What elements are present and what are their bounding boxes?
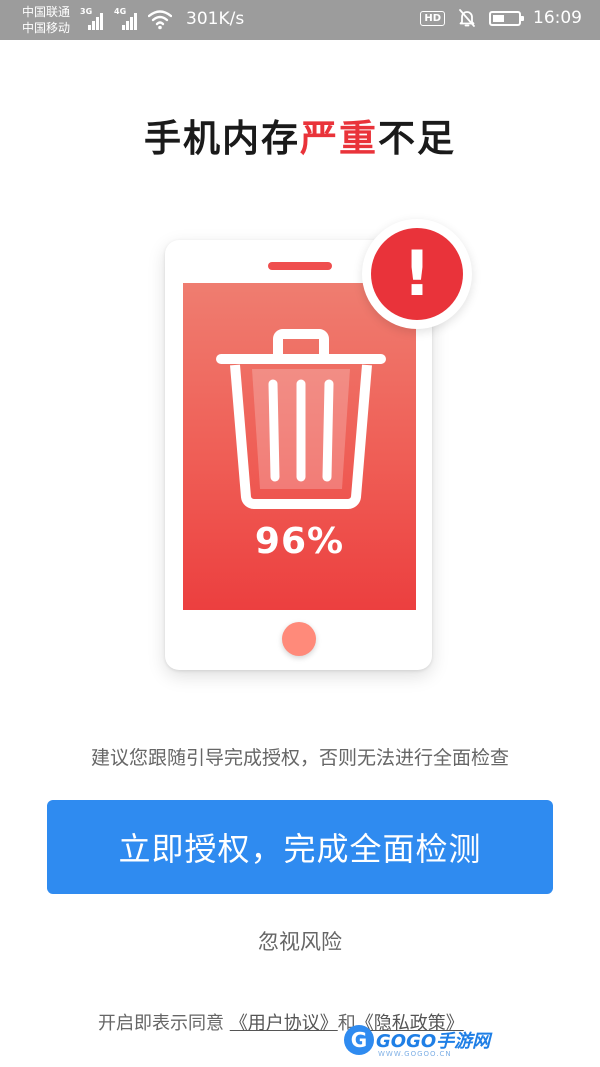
alert-icon: !: [362, 219, 472, 329]
memory-percent: 96%: [254, 521, 345, 562]
title-part-2: 不足: [378, 117, 456, 160]
net-speed: 301K/s: [186, 9, 245, 29]
wifi-icon: [148, 10, 172, 30]
alert-symbol: !: [371, 228, 463, 320]
battery-icon: [489, 10, 524, 26]
bell-off-icon: [459, 9, 475, 27]
signal-icon: 4G: [114, 8, 140, 30]
watermark-logo-icon: G: [344, 1025, 374, 1055]
ignore-risk-link[interactable]: 忽视风险: [0, 926, 600, 956]
signal-group: 3G 4G: [80, 8, 172, 30]
watermark-sub: WWW.GOGOO.CN: [378, 1050, 452, 1058]
carrier-2: 中国移动: [22, 21, 71, 35]
hint-text: 建议您跟随引导完成授权，否则无法进行全面检查: [90, 747, 509, 769]
agreement-prefix: 开启即表示同意: [98, 1013, 224, 1034]
status-icons: HD 16:09: [420, 8, 582, 28]
watermark: G GOGO手游网 WWW.GOGOO.CN: [344, 1023, 494, 1063]
home-button-icon: [282, 622, 316, 656]
authorize-button[interactable]: 立即授权，完成全面检测: [47, 800, 553, 894]
user-agreement-link[interactable]: 《用户协议》: [230, 1013, 338, 1034]
phone-screen: 96%: [183, 283, 416, 610]
phone-speaker: [268, 262, 332, 270]
battery-level: [493, 14, 504, 22]
title-part-1: 手机内存: [144, 117, 300, 160]
signal-icon: 3G: [80, 8, 106, 30]
hd-icon: HD: [420, 10, 445, 26]
page-title: 手机内存严重不足: [0, 108, 600, 162]
trash-icon: [216, 329, 386, 509]
clock: 16:09: [533, 8, 582, 28]
title-highlight: 严重: [300, 117, 378, 160]
carrier-1: 中国联通: [22, 5, 71, 19]
carrier-labels: 中国联通 中国移动: [22, 4, 70, 36]
status-bar: 中国联通 中国移动 3G 4G 301K/s HD 16:09: [0, 0, 600, 40]
